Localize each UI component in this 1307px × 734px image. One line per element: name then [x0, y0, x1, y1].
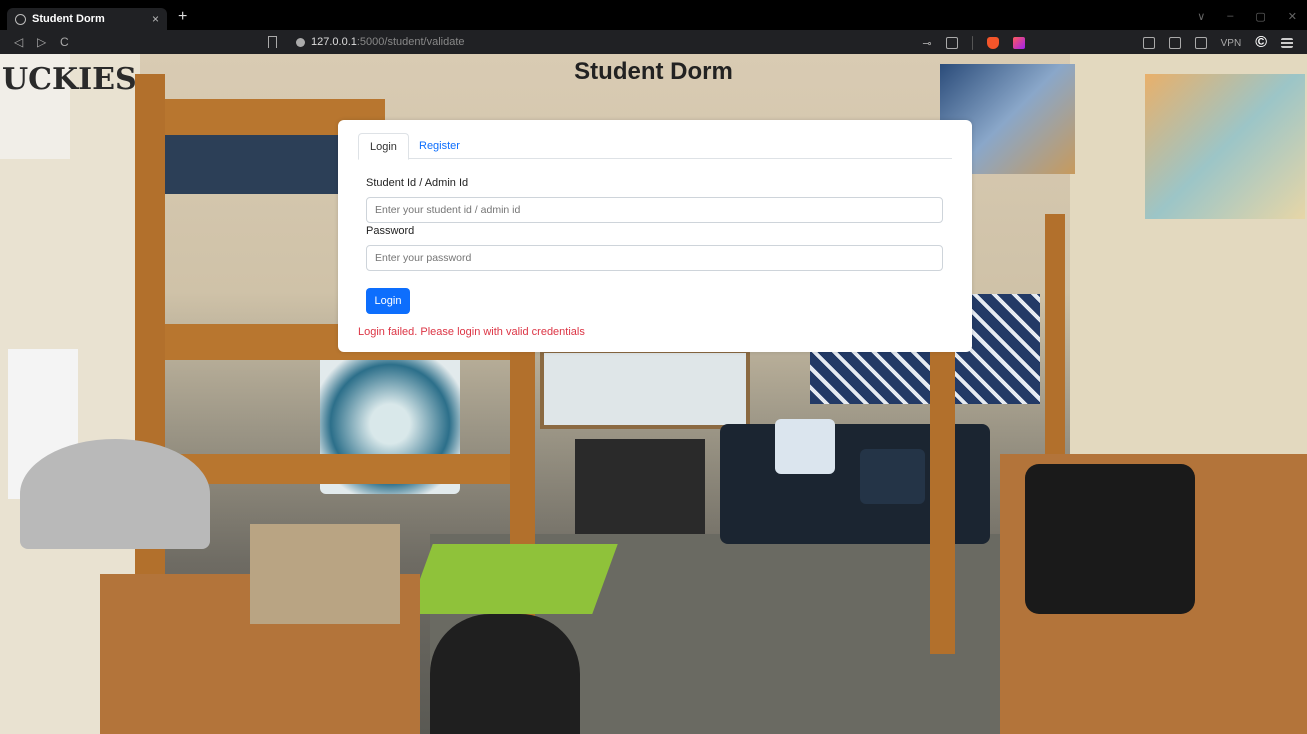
key-icon[interactable]: ⊸: [922, 37, 931, 50]
menu-icon[interactable]: [1281, 38, 1293, 48]
background-chair: [430, 614, 580, 734]
url-path: :5000/student/validate: [356, 36, 465, 48]
page-content: UCKIES Student Dorm Login Register Stude…: [0, 54, 1307, 734]
password-input[interactable]: [366, 245, 943, 271]
vpn-button[interactable]: VPN: [1221, 38, 1242, 49]
sidebar-icon[interactable]: [1168, 37, 1181, 49]
reload-icon[interactable]: C: [60, 35, 69, 49]
background-shelf: [575, 439, 705, 534]
toolbar-divider: [971, 36, 973, 50]
background-window: [540, 349, 750, 429]
browser-tab[interactable]: Student Dorm ×: [7, 8, 167, 30]
bookmark-icon[interactable]: [268, 36, 277, 48]
tab-register[interactable]: Register: [408, 133, 471, 160]
close-window-icon[interactable]: ✕: [1288, 10, 1297, 23]
background-pillow: [860, 449, 925, 504]
background-bunk-post: [135, 74, 165, 634]
browser-tab-strip: Student Dorm × + ∨ – ▢ ✕: [0, 0, 1307, 30]
background-chair: [1025, 464, 1195, 614]
background-lamp: [20, 439, 210, 549]
extensions-icon[interactable]: [1142, 37, 1155, 49]
brave-rewards-icon[interactable]: [1012, 37, 1025, 49]
background-mattress: [165, 134, 345, 194]
background-poster: [1145, 74, 1305, 219]
background-pillow: [775, 419, 835, 474]
login-card: Login Register Student Id / Admin Id Pas…: [338, 120, 972, 352]
background-rug: [407, 544, 618, 614]
background-books: [250, 524, 400, 624]
student-id-label: Student Id / Admin Id: [366, 177, 469, 189]
wallet-icon[interactable]: [1194, 37, 1207, 49]
student-id-input[interactable]: [366, 197, 943, 223]
globe-icon: [15, 13, 26, 25]
window-controls: ∨ – ▢ ✕: [1197, 10, 1297, 23]
browser-toolbar: ◁ ▷ C 127.0.0.1:5000/student/validate ⊸ …: [0, 30, 1307, 54]
brave-shields-icon[interactable]: [986, 37, 999, 49]
minimize-icon[interactable]: –: [1227, 10, 1233, 23]
login-button[interactable]: Login: [366, 288, 410, 314]
maximize-icon[interactable]: ▢: [1255, 10, 1265, 23]
share-icon[interactable]: [945, 37, 958, 49]
site-info-icon[interactable]: [296, 38, 305, 47]
toolbar-actions: ⊸ VPN ©: [922, 34, 1293, 52]
login-error-message: Login failed. Please login with valid cr…: [358, 326, 585, 338]
url-host: 127.0.0.1: [311, 36, 357, 48]
auth-tabs: Login Register: [358, 133, 952, 160]
back-icon[interactable]: ◁: [14, 35, 23, 49]
password-label: Password: [366, 225, 415, 237]
leo-ai-icon[interactable]: ©: [1255, 34, 1267, 52]
tab-title: Student Dorm: [32, 13, 105, 25]
tab-close-icon[interactable]: ×: [152, 12, 159, 26]
address-bar[interactable]: 127.0.0.1:5000/student/validate: [311, 36, 465, 48]
page-title: Student Dorm: [574, 58, 733, 85]
forward-icon[interactable]: ▷: [37, 35, 46, 49]
tab-login[interactable]: Login: [358, 133, 409, 160]
tab-search-icon[interactable]: ∨: [1197, 10, 1205, 23]
new-tab-button[interactable]: +: [178, 9, 187, 25]
